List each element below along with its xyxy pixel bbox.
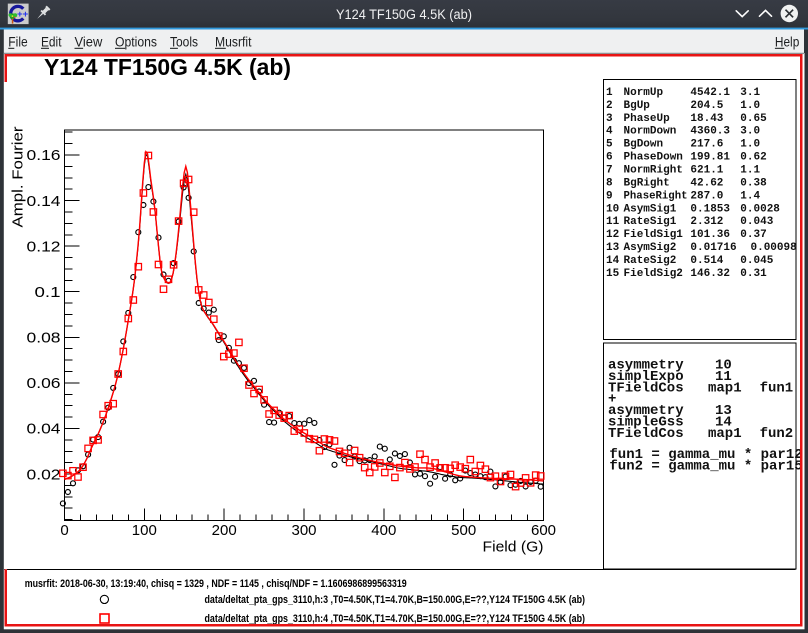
svg-text:AsymSig2: AsymSig2: [624, 242, 677, 254]
svg-text:fun2: fun2: [760, 426, 794, 442]
svg-text:File: File: [8, 35, 27, 50]
svg-text:14: 14: [606, 255, 620, 267]
svg-text:Edit: Edit: [41, 35, 62, 50]
svg-text:PhaseDown: PhaseDown: [624, 152, 683, 164]
svg-text:287.0: 287.0: [690, 190, 723, 202]
svg-text:101.36: 101.36: [690, 229, 730, 241]
svg-text:300: 300: [291, 522, 316, 539]
svg-text:Options: Options: [115, 35, 157, 50]
svg-text:AsymSig1: AsymSig1: [624, 203, 677, 215]
svg-text:0.043: 0.043: [740, 216, 773, 228]
svg-text:500: 500: [451, 522, 476, 539]
svg-text:FieldSig2: FieldSig2: [624, 268, 683, 280]
svg-text:13: 13: [606, 242, 620, 254]
svg-text:217.6: 217.6: [690, 139, 723, 151]
svg-text:fun1: fun1: [760, 380, 794, 396]
svg-text:1: 1: [606, 87, 613, 99]
svg-text:View: View: [75, 35, 103, 50]
svg-text:0.37: 0.37: [740, 229, 766, 241]
svg-text:musrfit: 2018-06-30, 13:19:40,: musrfit: 2018-06-30, 13:19:40, chisq = 1…: [25, 578, 407, 590]
svg-text:146.32: 146.32: [690, 268, 730, 280]
svg-text:400: 400: [371, 522, 396, 539]
svg-text:2.312: 2.312: [690, 216, 723, 228]
svg-text:2: 2: [606, 100, 613, 112]
svg-text:1.0: 1.0: [740, 139, 760, 151]
svg-text:map1: map1: [708, 380, 742, 396]
svg-text:0.00098: 0.00098: [751, 242, 798, 254]
svg-text:42.62: 42.62: [690, 177, 723, 189]
svg-text:NormDown: NormDown: [624, 126, 677, 138]
svg-text:Field (G): Field (G): [483, 539, 544, 556]
svg-text:3.0: 3.0: [740, 126, 760, 138]
svg-text:BgRight: BgRight: [624, 177, 670, 189]
svg-text:0.0028: 0.0028: [740, 203, 780, 215]
svg-text:0.514: 0.514: [690, 255, 723, 267]
svg-text:6: 6: [606, 152, 613, 164]
svg-text:TFieldCos: TFieldCos: [608, 380, 684, 396]
svg-text:1.4: 1.4: [740, 190, 760, 202]
svg-text:data/deltat_pta_gps_3110,h:3 ,: data/deltat_pta_gps_3110,h:3 ,T0=4.50K,T…: [205, 594, 586, 606]
svg-text:0.1: 0.1: [35, 284, 61, 301]
svg-text:3: 3: [606, 113, 613, 125]
svg-text:8: 8: [606, 177, 613, 189]
svg-text:7: 7: [606, 165, 613, 177]
svg-text:4360.3: 4360.3: [690, 126, 730, 138]
svg-text:204.5: 204.5: [690, 100, 723, 112]
svg-text:0.38: 0.38: [740, 177, 767, 189]
svg-text:4542.1: 4542.1: [690, 87, 730, 99]
svg-text:15: 15: [606, 268, 620, 280]
svg-text:map1: map1: [708, 426, 742, 442]
svg-text:0.01716: 0.01716: [690, 242, 736, 254]
svg-text:0.04: 0.04: [27, 421, 61, 438]
svg-text:200: 200: [212, 522, 237, 539]
svg-text:RateSig1: RateSig1: [624, 216, 677, 228]
svg-text:Ampl. Fourier: Ampl. Fourier: [10, 127, 27, 228]
svg-text:0.06: 0.06: [27, 375, 61, 392]
svg-text:TFieldCos: TFieldCos: [608, 426, 684, 442]
svg-text:PhaseUp: PhaseUp: [624, 113, 671, 125]
svg-text:BgUp: BgUp: [624, 100, 651, 112]
svg-text:++: ++: [17, 9, 29, 20]
svg-text:data/deltat_pta_gps_3110,h:4 ,: data/deltat_pta_gps_3110,h:4 ,T0=4.50K,T…: [205, 613, 586, 625]
svg-text:0: 0: [60, 522, 68, 539]
svg-text:0.14: 0.14: [27, 193, 61, 210]
svg-text:RateSig2: RateSig2: [624, 255, 677, 267]
svg-text:Y124 TF150G 4.5K (ab): Y124 TF150G 4.5K (ab): [336, 7, 472, 23]
svg-text:0.31: 0.31: [740, 268, 767, 280]
svg-text:100: 100: [132, 522, 157, 539]
svg-text:0.12: 0.12: [27, 238, 61, 255]
svg-text:600: 600: [531, 522, 556, 539]
svg-text:4: 4: [606, 126, 613, 138]
svg-text:0.62: 0.62: [740, 152, 766, 164]
svg-text:NormUp: NormUp: [624, 87, 664, 99]
svg-text:Tools: Tools: [170, 35, 198, 50]
svg-text:1.0: 1.0: [740, 100, 760, 112]
svg-text:10: 10: [606, 203, 619, 215]
svg-text:12: 12: [606, 229, 619, 241]
svg-text:199.81: 199.81: [690, 152, 730, 164]
svg-text:Y124 TF150G 4.5K (ab): Y124 TF150G 4.5K (ab): [44, 54, 291, 80]
svg-text:BgDown: BgDown: [624, 139, 664, 151]
svg-text:0.045: 0.045: [740, 255, 773, 267]
svg-text:NormRight: NormRight: [624, 165, 683, 177]
svg-text:0.65: 0.65: [740, 113, 767, 125]
svg-text:0.08: 0.08: [27, 330, 61, 347]
svg-text:0.02: 0.02: [27, 466, 61, 483]
svg-text:fun2 = gamma_mu * par15: fun2 = gamma_mu * par15: [609, 458, 802, 474]
svg-text:Help: Help: [775, 35, 799, 50]
svg-text:5: 5: [606, 139, 613, 151]
svg-text:9: 9: [606, 190, 613, 202]
svg-text:621.1: 621.1: [690, 165, 723, 177]
svg-text:0.16: 0.16: [27, 147, 61, 164]
svg-text:FieldSig1: FieldSig1: [624, 229, 684, 241]
svg-text:0.1853: 0.1853: [690, 203, 730, 215]
svg-text:1.1: 1.1: [740, 165, 760, 177]
svg-text:11: 11: [606, 216, 620, 228]
svg-text:Musrfit: Musrfit: [215, 35, 252, 50]
svg-text:18.43: 18.43: [690, 113, 723, 125]
svg-text:3.1: 3.1: [740, 87, 760, 99]
svg-text:PhaseRight: PhaseRight: [624, 190, 688, 202]
